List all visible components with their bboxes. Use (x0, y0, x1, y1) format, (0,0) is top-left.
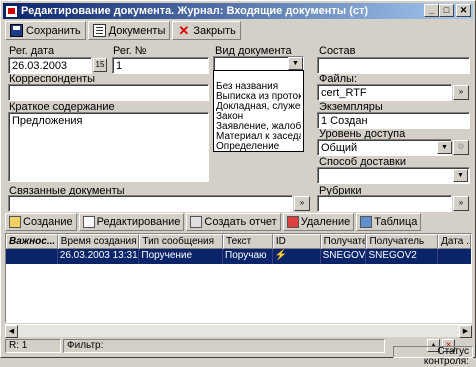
minimize-button[interactable]: _ (424, 4, 439, 17)
lightning-icon: ⚡ (273, 249, 321, 264)
horizontal-scrollbar[interactable]: ◀ ▶ (5, 324, 472, 338)
doc-type-option[interactable]: Выписка из протокол (216, 92, 301, 102)
column-header[interactable]: Дата ... (438, 234, 471, 249)
close-icon: ✕ (178, 23, 190, 38)
report-icon (190, 216, 203, 228)
column-header[interactable]: Получате... (320, 234, 367, 249)
sostav-field[interactable] (317, 57, 470, 74)
create-record-button[interactable]: Создание (5, 213, 77, 231)
column-header[interactable]: Время создания (57, 234, 140, 249)
correspondents-field[interactable] (8, 84, 209, 101)
column-header[interactable]: Тип сообщения (139, 234, 224, 249)
column-header[interactable]: Получатель (366, 234, 439, 249)
table-cell: 26.03.2003 13:31:15 (58, 249, 140, 264)
column-header[interactable]: Важнос... (6, 234, 58, 249)
files-field[interactable]: cert_RTF (317, 84, 452, 101)
doc-type-option[interactable]: Докладная, служебна (216, 102, 301, 112)
browse-files-icon[interactable]: » (453, 85, 469, 100)
control-status: Статус контроля: (393, 346, 473, 367)
edit-icon (82, 216, 95, 228)
calendar-icon[interactable]: 15 (93, 58, 107, 72)
column-header[interactable]: Текст (223, 234, 273, 249)
copies-field[interactable]: 1 Создан (317, 112, 470, 129)
summary-textarea[interactable]: Предложения (8, 112, 209, 182)
access-settings-icon[interactable]: ⚙ (453, 140, 469, 155)
toolbar: Сохранить Документы ✕ Закрыть (5, 21, 241, 41)
doc-type-dropdown-list: Без названия Выписка из протокол Докладн… (213, 70, 304, 152)
reg-date-field[interactable]: 26.03.2003 (8, 57, 92, 74)
close-window-button[interactable]: ✕ (456, 4, 471, 17)
column-header[interactable]: ID (272, 234, 321, 249)
table-cell: SNEGOV2 (366, 249, 439, 264)
reg-no-field[interactable]: 1 (112, 57, 209, 74)
access-level-select[interactable]: Общий (317, 139, 452, 156)
table-row[interactable]: 26.03.2003 13:31:15 Поручение Поручаю ⚡ … (6, 249, 471, 264)
documents-icon (92, 24, 106, 37)
delivery-select[interactable] (317, 167, 470, 184)
chevron-down-icon[interactable]: ▼ (437, 141, 452, 154)
edit-record-button[interactable]: Редактирование (78, 213, 185, 231)
doc-type-option[interactable]: Определение (216, 142, 301, 151)
status-bar: R: 1 Фильтр: ▲ ✕ (5, 339, 455, 353)
doc-type-option[interactable]: Закон (216, 112, 301, 122)
create-report-button[interactable]: Создать отчет (186, 213, 281, 231)
doc-type-option[interactable]: Без названия (216, 82, 301, 92)
browse-rubrics-icon[interactable]: » (453, 196, 469, 211)
editor-window: Редактирование документа. Журнал: Входящ… (0, 0, 476, 367)
chevron-down-icon[interactable]: ▼ (453, 169, 468, 182)
doc-type-option[interactable]: Материал к заседани (216, 132, 301, 142)
create-icon (9, 216, 21, 228)
documents-button[interactable]: Документы (87, 21, 171, 40)
table-button[interactable]: Таблица (356, 213, 422, 231)
save-icon (10, 24, 23, 37)
browse-linked-icon[interactable]: » (294, 196, 310, 211)
records-count: R: 1 (5, 339, 61, 353)
records-table: Важнос... Время создания Тип сообщения Т… (5, 233, 472, 323)
table-cell (438, 249, 471, 264)
table-cell: SNEGOV (321, 249, 367, 264)
table-header: Важнос... Время создания Тип сообщения Т… (6, 234, 471, 249)
records-toolbar: Создание Редактирование Создать отчет Уд… (5, 213, 422, 232)
doc-type-option[interactable]: Заявление, жалоба (216, 122, 301, 132)
delete-record-button[interactable]: Удаление (282, 213, 355, 231)
title-bar: Редактирование документа. Журнал: Входящ… (3, 3, 473, 19)
window-title: Редактирование документа. Журнал: Входящ… (21, 5, 369, 17)
sostav-label: Состав (319, 45, 356, 57)
table-cell (6, 249, 58, 264)
rubrics-field[interactable] (317, 195, 452, 212)
chevron-down-icon[interactable]: ▼ (288, 57, 303, 70)
reg-date-label: Рег. дата (9, 45, 55, 57)
scroll-left-icon[interactable]: ◀ (5, 325, 18, 338)
maximize-button[interactable]: □ (439, 4, 454, 17)
filter-status: Фильтр: (63, 339, 385, 353)
app-icon (5, 4, 18, 18)
close-button[interactable]: ✕ Закрыть (172, 21, 241, 40)
delete-icon (286, 216, 299, 228)
table-cell: Поручаю (223, 249, 273, 264)
reg-no-label: Рег. № (113, 45, 147, 57)
table-cell: Поручение (139, 249, 224, 264)
table-icon (360, 216, 373, 228)
linked-docs-field[interactable] (8, 195, 293, 212)
scroll-right-icon[interactable]: ▶ (459, 325, 472, 338)
save-button[interactable]: Сохранить (5, 21, 86, 40)
